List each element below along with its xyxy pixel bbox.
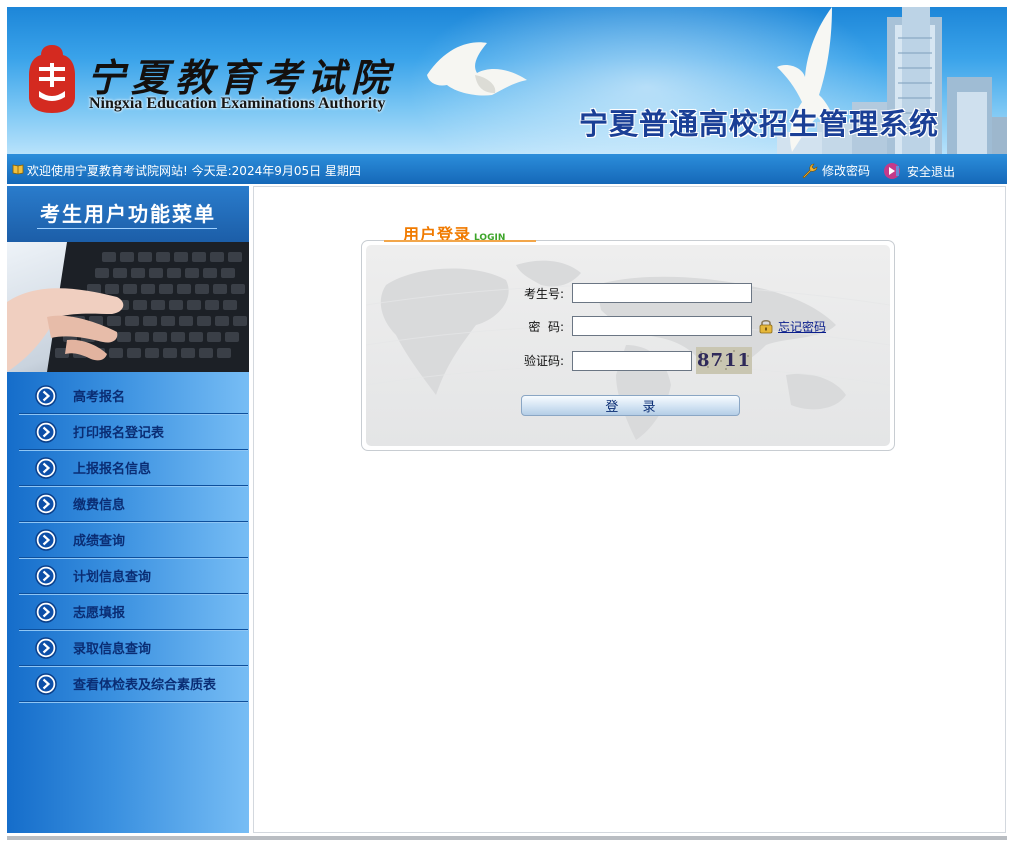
org-name-en: Ningxia Education Examinations Authority <box>89 95 386 112</box>
sidebar-item-label: 计划信息查询 <box>73 570 152 585</box>
password-input[interactable] <box>572 316 752 336</box>
sidebar-item-label: 高考报名 <box>73 390 126 405</box>
forgot-password-link[interactable]: 忘记密码 <box>778 318 826 335</box>
login-button[interactable]: 登 录 <box>521 395 740 416</box>
org-name-cn: 宁夏教育考试院 <box>87 55 396 100</box>
welcome-bar: 欢迎使用宁夏教育考试院网站! 今天是:2024年9月05日 星期四 修改密码 安… <box>7 154 1007 184</box>
welcome-text: 欢迎使用宁夏教育考试院网站! 今天是:2024年9月05日 星期四 <box>27 164 361 178</box>
captcha-code: 8711 <box>696 350 752 371</box>
sidebar-item-health-form[interactable]: 查看体检表及综合素质表 <box>19 666 248 702</box>
circle-chevron-right-icon <box>35 528 57 551</box>
circle-chevron-right-icon <box>35 456 57 479</box>
sidebar-item-label: 缴费信息 <box>73 498 126 513</box>
password-label: 密 码: <box>528 319 564 334</box>
edit-password-label: 修改密码 <box>822 164 871 178</box>
edit-password-link[interactable]: 修改密码 <box>800 162 870 179</box>
sidebar-item-payment-info[interactable]: 缴费信息 <box>19 486 248 522</box>
sidebar-item-plan-query[interactable]: 计划信息查询 <box>19 558 248 594</box>
sidebar-item-score-query[interactable]: 成绩查询 <box>19 522 248 558</box>
login-panel: 考生号: 密 码: 忘记密码 验证码: 8711 登 录 <box>366 245 890 446</box>
sidebar-item-label: 录取信息查询 <box>73 642 152 657</box>
header-banner: 宁夏教育考试院 Ningxia Education Examinations A… <box>7 7 1007 154</box>
logout-label: 安全退出 <box>907 164 956 179</box>
sidebar-item-label: 成绩查询 <box>73 534 126 549</box>
circle-chevron-right-icon <box>35 636 57 659</box>
sidebar-item-label: 查看体检表及综合素质表 <box>73 678 217 693</box>
sidebar-menu: 高考报名 打印报名登记表 上报报名信息 缴费信息 成绩查询 计划信息查询 志愿填… <box>19 378 248 702</box>
sidebar-item-application-filling[interactable]: 志愿填报 <box>19 594 248 630</box>
sidebar-item-label: 志愿填报 <box>73 606 126 621</box>
captcha-image[interactable]: 8711 <box>696 347 752 374</box>
exam-id-input[interactable] <box>572 283 752 303</box>
captcha-input[interactable] <box>572 350 692 371</box>
login-tab-underline <box>384 240 536 242</box>
system-title: 宁夏普通高校招生管理系统 <box>579 107 940 141</box>
sidebar-title-underline <box>37 228 217 229</box>
sidebar-item-submit-registration-info[interactable]: 上报报名信息 <box>19 450 248 486</box>
circle-chevron-right-icon <box>35 420 57 443</box>
page-frame: 宁夏教育考试院 Ningxia Education Examinations A… <box>7 7 1007 840</box>
seal-logo-icon <box>29 45 75 113</box>
circle-chevron-right-icon <box>35 672 57 695</box>
lock-icon <box>759 319 773 334</box>
sidebar-item-admission-query[interactable]: 录取信息查询 <box>19 630 248 666</box>
sidebar-item-label: 上报报名信息 <box>73 462 152 477</box>
password-row: 密 码: 忘记密码 <box>504 316 826 336</box>
book-icon <box>12 164 24 175</box>
exam-id-label: 考生号: <box>523 286 564 301</box>
sidebar-title: 考生用户功能菜单 <box>40 202 216 226</box>
sidebar-header: 考生用户功能菜单 <box>7 186 249 242</box>
login-box: 考生号: 密 码: 忘记密码 验证码: 8711 登 录 <box>361 240 895 451</box>
logout-link[interactable]: 安全退出 <box>883 162 955 180</box>
circle-chevron-right-icon <box>35 564 57 587</box>
captcha-label: 验证码: <box>523 354 564 368</box>
logo-area: 宁夏教育考试院 Ningxia Education Examinations A… <box>7 7 407 154</box>
sidebar-item-print-registration-form[interactable]: 打印报名登记表 <box>19 414 248 450</box>
captcha-row: 验证码: 8711 <box>504 347 752 374</box>
wrench-icon <box>802 163 818 178</box>
sidebar-item-gaokao-registration[interactable]: 高考报名 <box>19 378 248 414</box>
circle-chevron-right-icon <box>35 600 57 623</box>
keyboard-photo <box>7 242 249 372</box>
exam-id-row: 考生号: <box>504 283 752 303</box>
sidebar-item-label: 打印报名登记表 <box>73 426 165 441</box>
logout-icon <box>884 163 900 179</box>
dove-image <box>427 42 527 96</box>
circle-chevron-right-icon <box>35 492 57 515</box>
sidebar: 考生用户功能菜单 高考报名 打印报名登记表 上报报名信息 缴费信息 成绩查询 计… <box>7 186 249 833</box>
main-content: 用户登录 LOGIN 考生号: 密 码: 忘记密码 验证码: 8711 登 录 <box>253 186 1006 833</box>
footer-divider <box>7 836 1007 840</box>
circle-chevron-right-icon <box>35 384 57 407</box>
